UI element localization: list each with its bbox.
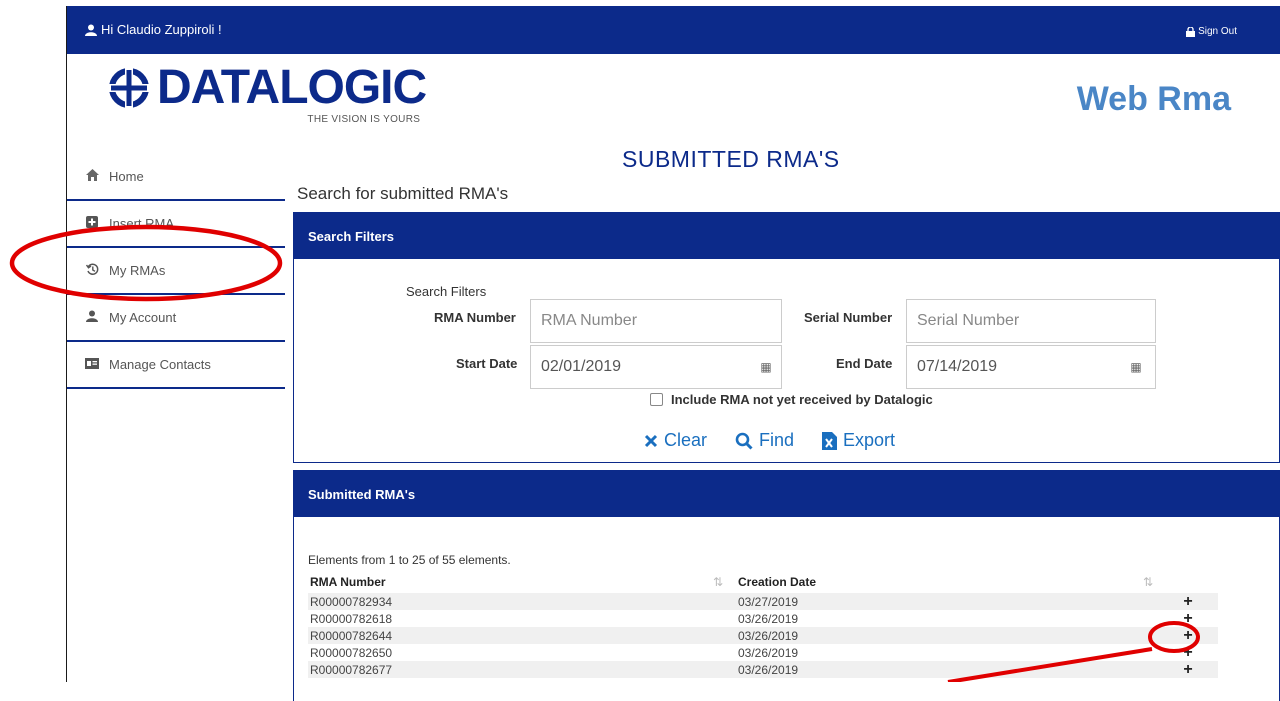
sign-out-label: Sign Out [1198,26,1237,37]
top-bar: Hi Claudio Zuppiroli ! Sign Out [67,6,1280,54]
sidebar-item-label: Insert RMA [109,216,175,231]
start-date-input[interactable]: 02/01/2019 [530,345,782,389]
creation-date-cell: 03/26/2019 [738,628,799,643]
column-header-rma-number[interactable]: RMA Number [308,575,708,593]
rma-number-cell: R00000782934 [310,594,393,609]
filter-actions: Clear Find Export [644,430,895,451]
serial-number-input[interactable]: Serial Number [906,299,1156,343]
find-label: Find [759,430,795,450]
sidebar-item-label: My Account [109,310,177,325]
checkbox-box[interactable] [650,393,663,406]
search-filters-panel: Search Filters Search Filters RMA Number… [293,212,1280,463]
sidebar: Home Insert RMA My RMAs My Account Manag… [67,154,285,389]
sidebar-item-label: Home [109,169,144,184]
expand-plus-icon[interactable]: + [1158,661,1218,679]
creation-date-cell: 03/27/2019 [738,594,799,609]
panel-header: Submitted RMA's [294,471,1279,517]
app-title: Web Rma [1076,80,1231,118]
export-button[interactable]: Export [822,430,895,451]
search-icon [735,432,753,450]
page-subtitle: Search for submitted RMA's [297,184,509,203]
expand-plus-icon[interactable]: + [1158,593,1218,611]
rma-number-cell: R00000782677 [310,662,393,677]
rma-number-cell: R00000782618 [310,611,393,626]
user-icon [85,24,97,36]
export-label: Export [843,430,896,450]
filters-section-label: Search Filters [406,284,487,299]
home-icon [85,169,99,184]
calendar-icon[interactable]: ▦ [746,345,786,389]
table-row: R00000782650 03/26/2019 + [308,644,1218,661]
creation-date-cell: 03/26/2019 [738,662,799,677]
rma-number-input[interactable]: RMA Number [530,299,782,343]
sidebar-item-label: My RMAs [109,263,166,278]
plus-square-icon [85,216,99,231]
table-row: R00000782618 03/26/2019 + [308,610,1218,627]
submitted-rmas-panel: Submitted RMA's Elements from 1 to 25 of… [293,470,1280,701]
start-date-label: Start Date [456,356,518,371]
sidebar-item-my-rmas[interactable]: My RMAs [67,248,285,295]
greeting-text: Hi Claudio Zuppiroli ! [101,22,222,37]
clear-button[interactable]: Clear [644,430,707,451]
lock-icon [1186,26,1196,37]
pagination-info: Elements from 1 to 25 of 55 elements. [308,553,511,567]
history-icon [85,262,99,279]
brand-name: DATALOGIC [157,61,427,114]
sort-icon[interactable]: ⇅ [1138,575,1158,593]
brand-tagline: THE VISION IS YOURS [307,114,421,125]
page-title: SUBMITTED RMA'S [622,146,840,172]
expand-plus-icon[interactable]: + [1158,610,1218,628]
datalogic-logo: DATALOGIC THE VISION IS YOURS [109,61,427,125]
expand-plus-icon[interactable]: + [1158,627,1218,645]
serial-number-label: Serial Number [804,310,893,325]
include-not-received-checkbox[interactable]: Include RMA not yet received by Datalogi… [650,392,933,407]
page: Hi Claudio Zuppiroli ! Sign Out DATALOGI… [66,6,1280,701]
checkbox-label: Include RMA not yet received by Datalogi… [671,392,933,407]
user-greeting: Hi Claudio Zuppiroli ! [85,22,222,37]
expand-plus-icon[interactable]: + [1158,644,1218,662]
panel-header: Search Filters [294,213,1279,259]
sort-icon[interactable]: ⇅ [708,575,728,593]
sidebar-item-manage-contacts[interactable]: Manage Contacts [67,342,285,389]
end-date-label: End Date [836,356,893,371]
table-row: R00000782934 03/27/2019 + [308,593,1218,610]
table-row: R00000782644 03/26/2019 + [308,627,1218,644]
find-button[interactable]: Find [735,430,794,451]
sidebar-item-insert-rma[interactable]: Insert RMA [67,201,285,248]
table-row: R00000782677 03/26/2019 + [308,661,1218,678]
clear-label: Clear [664,430,708,450]
rma-number-cell: R00000782650 [310,645,393,660]
excel-file-icon [822,431,838,450]
creation-date-cell: 03/26/2019 [738,611,799,626]
column-header-creation-date[interactable]: Creation Date [728,575,1138,593]
table-header: RMA Number ⇅ Creation Date ⇅ [308,575,1218,593]
user-icon [85,310,99,325]
close-icon [644,434,658,447]
sidebar-item-my-account[interactable]: My Account [67,295,285,342]
calendar-icon[interactable]: ▦ [1116,345,1156,389]
creation-date-cell: 03/26/2019 [738,645,799,660]
contact-card-icon [85,357,99,372]
sign-out-link[interactable]: Sign Out [1186,26,1237,37]
rma-number-cell: R00000782644 [310,628,393,643]
sidebar-item-label: Manage Contacts [109,357,211,372]
rma-table: RMA Number ⇅ Creation Date ⇅ R0000078293… [308,575,1218,678]
sidebar-item-home[interactable]: Home [67,154,285,201]
datalogic-symbol-icon [109,68,149,108]
rma-number-label: RMA Number [434,310,516,325]
